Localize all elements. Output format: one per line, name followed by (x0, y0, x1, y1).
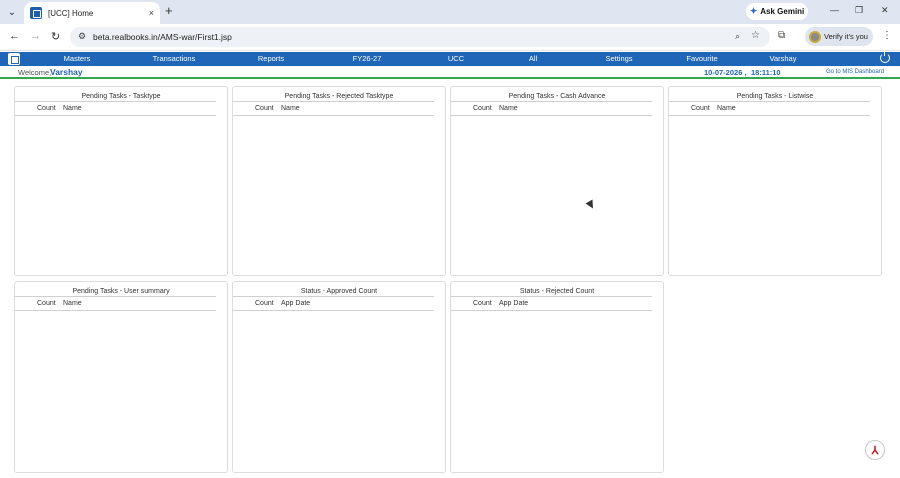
column-name[interactable]: Name (63, 300, 82, 307)
table-header: Count Name (233, 101, 434, 116)
bookmark-star-icon[interactable]: ☆ (751, 30, 760, 41)
column-name[interactable]: Name (281, 105, 300, 112)
menu-favourite[interactable]: Favourite (686, 54, 717, 63)
browser-toolbar: ← → ↻ ⚙ beta.realbooks.in/AMS-war/First1… (0, 24, 900, 51)
browser-tab[interactable]: [UCC] Home × (24, 2, 160, 24)
welcome-strip: Welcome, Varshay 10-07-2026 , 18:11:10 G… (0, 66, 900, 79)
panel-title: Pending Tasks - User summary (72, 288, 170, 295)
minimize-button[interactable]: — (830, 5, 839, 15)
current-date: 10-07-2026 , (704, 68, 747, 77)
panel-title: Status - Rejected Count (519, 288, 595, 295)
tab-favicon-icon (30, 7, 42, 19)
panel-title: Pending Tasks - Tasktype (81, 93, 161, 100)
panel-title: Pending Tasks - Rejected Tasktype (284, 93, 394, 100)
extensions-icon[interactable]: ⧉ (778, 30, 785, 41)
back-icon[interactable]: ← (9, 30, 20, 42)
verify-label: Verify it's you (824, 32, 868, 41)
menu-ucc[interactable]: UCC (448, 54, 464, 63)
column-count[interactable]: Count (473, 105, 492, 112)
column-name[interactable]: Name (717, 105, 736, 112)
menu-reports[interactable]: Reports (258, 54, 284, 63)
menu-all[interactable]: All (529, 54, 537, 63)
panel-rejected-count: Status - Rejected Count Count App Date (450, 281, 664, 473)
column-name[interactable]: Name (63, 105, 82, 112)
current-time: 18:11:10 (751, 68, 781, 77)
table-header: Count Name (15, 296, 216, 311)
table-header: Count Name (669, 101, 870, 116)
menu-user[interactable]: Varshay (770, 54, 797, 63)
browser-menu-icon[interactable]: ⋮ (882, 30, 892, 41)
reload-icon[interactable]: ↻ (51, 30, 60, 43)
new-tab-button[interactable]: + (165, 4, 173, 18)
menu-transactions[interactable]: Transactions (153, 54, 196, 63)
profile-avatar (809, 30, 821, 43)
menu-masters[interactable]: Masters (64, 54, 91, 63)
column-count[interactable]: Count (37, 105, 56, 112)
panel-cash-advance: Pending Tasks - Cash Advance Count Name (450, 86, 664, 276)
app-logo-icon[interactable] (8, 53, 20, 65)
table-header: Count App Date (451, 296, 652, 311)
power-icon[interactable] (880, 51, 890, 63)
ask-gemini-label: Ask Gemini (760, 7, 805, 16)
mis-dashboard-link[interactable]: Go to MIS Dashboard (826, 69, 884, 75)
table-header: Count Name (451, 101, 652, 116)
column-app-date[interactable]: App Date (281, 300, 310, 307)
zoom-icon[interactable]: ⌕ (735, 31, 740, 42)
browser-tab-strip: ⌄ [UCC] Home × + ✦ Ask Gemini — ❐ ✕ (0, 0, 900, 24)
address-bar[interactable]: ⚙ beta.realbooks.in/AMS-war/First1.jsp ⌕… (70, 27, 770, 47)
panel-title: Pending Tasks - Listwise (736, 93, 814, 100)
pdf-icon[interactable]: ⅄ (865, 440, 885, 460)
tab-close-icon[interactable]: × (149, 8, 154, 18)
menu-financial-year[interactable]: FY26-27 (353, 54, 382, 63)
column-count[interactable]: Count (691, 105, 710, 112)
tab-search-icon[interactable]: ⌄ (4, 4, 20, 20)
tab-title: [UCC] Home (48, 8, 94, 18)
column-count[interactable]: Count (473, 300, 492, 307)
table-header: Count App Date (233, 296, 434, 311)
column-count[interactable]: Count (37, 300, 56, 307)
menu-settings[interactable]: Settings (605, 54, 632, 63)
app-nav-bar: Masters Transactions Reports FY26-27 UCC… (0, 51, 900, 66)
column-app-date[interactable]: App Date (499, 300, 528, 307)
panel-approved-count: Status - Approved Count Count App Date (232, 281, 446, 473)
panel-title: Pending Tasks - Cash Advance (508, 93, 606, 100)
ask-gemini-button[interactable]: ✦ Ask Gemini (746, 3, 808, 20)
column-count[interactable]: Count (255, 300, 274, 307)
welcome-label: Welcome, (18, 68, 52, 77)
panel-user-summary: Pending Tasks - User summary Count Name (14, 281, 228, 473)
forward-icon[interactable]: → (30, 30, 41, 42)
panel-listwise: Pending Tasks - Listwise Count Name (668, 86, 882, 276)
maximize-button[interactable]: ❐ (855, 5, 863, 16)
site-info-icon[interactable]: ⚙ (78, 31, 86, 42)
panel-title: Status - Approved Count (300, 288, 378, 295)
gemini-sparkle-icon: ✦ (749, 6, 758, 16)
table-header: Count Name (15, 101, 216, 116)
verify-profile-button[interactable]: Verify it's you (805, 27, 873, 46)
column-name[interactable]: Name (499, 105, 518, 112)
welcome-username: Varshay (50, 67, 83, 77)
window-close-button[interactable]: ✕ (881, 5, 889, 16)
url-text[interactable]: beta.realbooks.in/AMS-war/First1.jsp (93, 32, 232, 42)
panel-rejected-tasktype: Pending Tasks - Rejected Tasktype Count … (232, 86, 446, 276)
column-count[interactable]: Count (255, 105, 274, 112)
panel-tasktype: Pending Tasks - Tasktype Count Name (14, 86, 228, 276)
